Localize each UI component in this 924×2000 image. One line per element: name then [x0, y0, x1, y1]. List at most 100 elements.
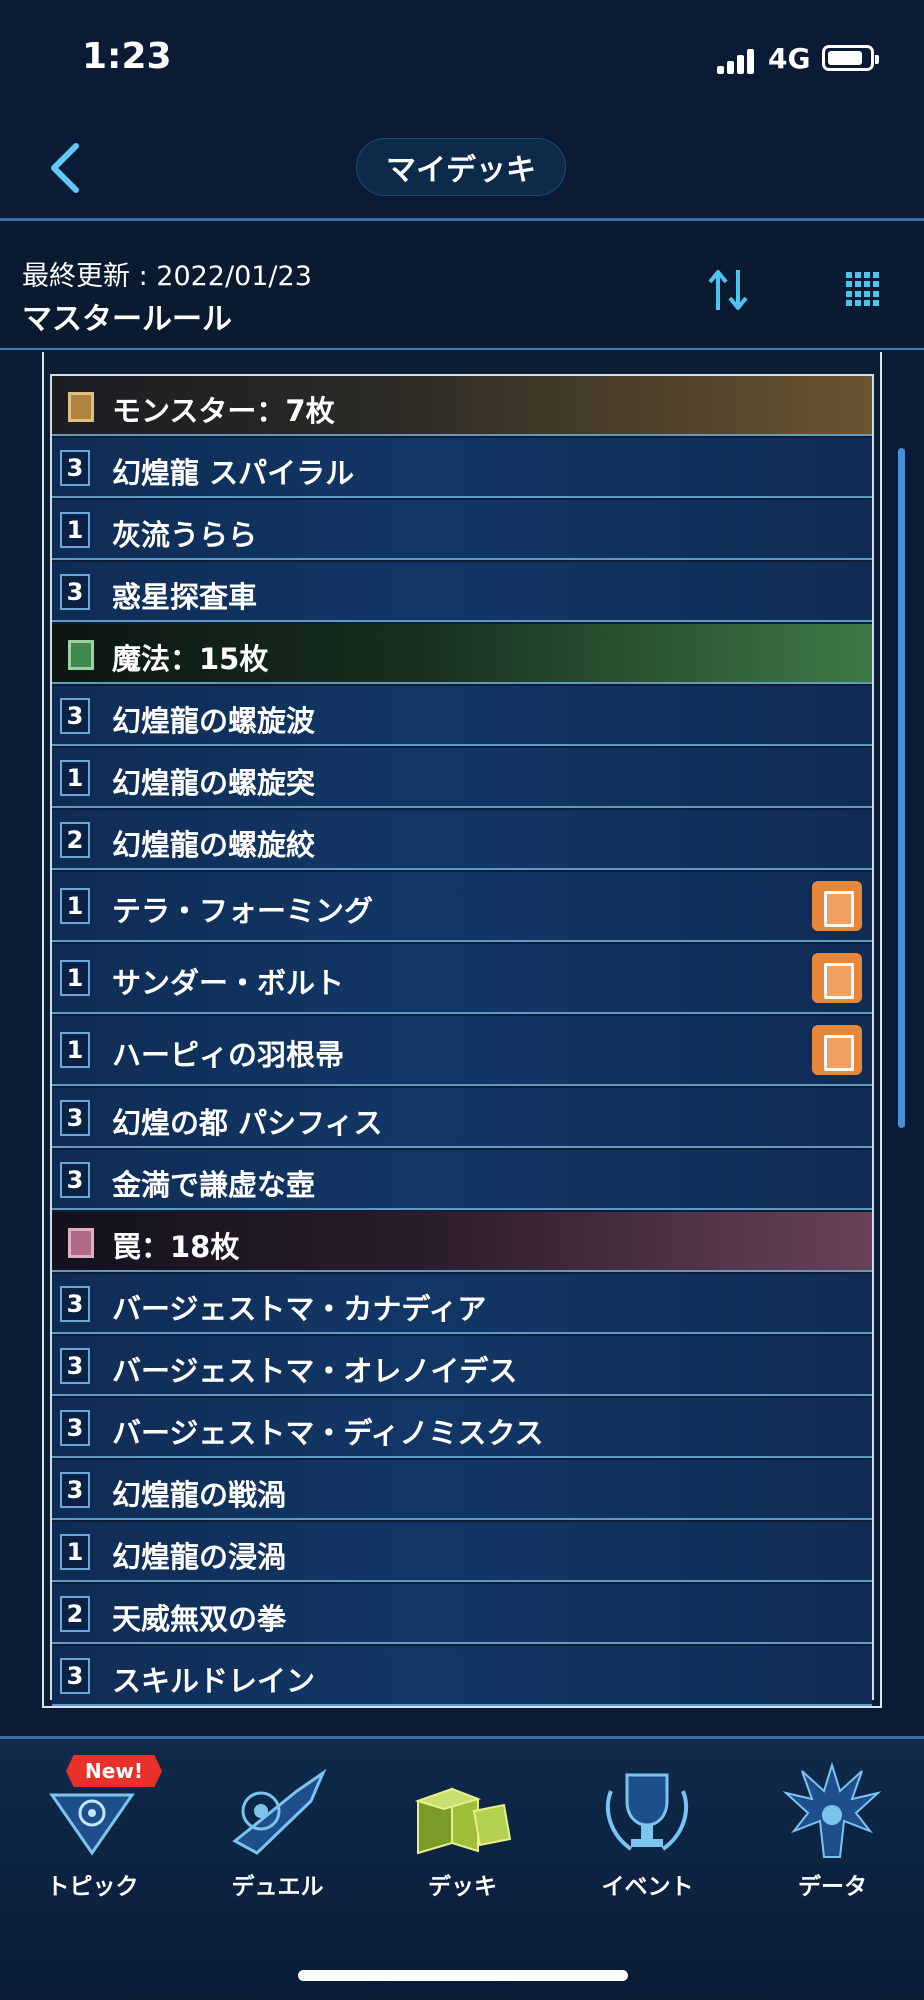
bottom-nav: New! トピック デュエル デッキ イベント データ	[0, 1736, 924, 2000]
card-name: 幻煌龍の浸渦	[112, 1540, 287, 1574]
card-name: 幻煌龍 スパイラル	[112, 456, 355, 490]
card-name: 幻煌龍の戦渦	[112, 1478, 287, 1512]
section-header-spell: 魔法：15枚	[52, 624, 872, 684]
card-row[interactable]: 1 テラ・フォーミング	[52, 872, 872, 942]
card-count: 1	[60, 960, 90, 996]
card-count: 3	[60, 1472, 90, 1508]
monster-card-icon	[68, 392, 94, 422]
nav-label: トピック	[46, 1874, 139, 1900]
status-time: 1:23	[82, 36, 172, 77]
card-count: 2	[60, 822, 90, 858]
grid-view-button[interactable]	[846, 272, 880, 306]
card-row[interactable]: 3 惑星探査車	[52, 562, 872, 622]
section-label: モンスター：7枚	[112, 394, 335, 428]
list-scrollbar[interactable]	[898, 448, 905, 1128]
page-title: マイデッキ	[356, 138, 566, 196]
card-row[interactable]: 3 バージェストマ・カナディア	[52, 1274, 872, 1334]
card-row[interactable]: 3 バージェストマ・ディノミスクス	[52, 1398, 872, 1458]
header: マイデッキ	[0, 110, 924, 225]
card-count: 3	[60, 1348, 90, 1384]
nav-label: イベント	[601, 1874, 694, 1900]
section-header-trap: 罠：18枚	[52, 1212, 872, 1272]
card-name: サンダー・ボルト	[112, 966, 345, 1000]
card-row[interactable]: 3 金満で謙虚な壺	[52, 1150, 872, 1210]
nav-deck[interactable]: デッキ	[370, 1739, 555, 1929]
signal-icon	[717, 48, 757, 74]
limited-card-icon[interactable]	[812, 881, 862, 931]
card-row[interactable]: 1 サンダー・ボルト	[52, 944, 872, 1014]
card-count: 3	[60, 450, 90, 486]
card-count: 1	[60, 1032, 90, 1068]
header-divider	[0, 218, 924, 221]
card-row[interactable]: 1 灰流うらら	[52, 500, 872, 560]
sort-arrows-icon	[708, 270, 748, 310]
card-row[interactable]: 2 幻煌龍の螺旋絞	[52, 810, 872, 870]
trap-card-icon	[68, 1228, 94, 1258]
rule-name: マスタールール	[22, 302, 232, 337]
card-row[interactable]: 3 幻煌龍 スパイラル	[52, 438, 872, 498]
card-name: 灰流うらら	[112, 518, 258, 552]
nav-topics[interactable]: New! トピック	[0, 1739, 185, 1929]
nav-label: デュエル	[231, 1874, 324, 1900]
card-row[interactable]: 3 スキルドレイン	[52, 1646, 872, 1706]
section-header-monster: モンスター：7枚	[52, 376, 872, 436]
card-count: 1	[60, 512, 90, 548]
card-count: 3	[60, 1162, 90, 1198]
card-row[interactable]: 1 幻煌龍の螺旋突	[52, 748, 872, 808]
spell-card-icon	[68, 640, 94, 670]
nav-duel[interactable]: デュエル	[185, 1739, 370, 1929]
nav-label: デッキ	[428, 1874, 497, 1900]
card-name: 金満で謙虚な壺	[112, 1168, 316, 1202]
limited-card-icon[interactable]	[812, 953, 862, 1003]
card-row[interactable]: 2 天威無双の拳	[52, 1584, 872, 1644]
card-name: 幻煌の都 パシフィス	[112, 1106, 383, 1140]
card-name: スキルドレイン	[112, 1664, 316, 1698]
card-name: 幻煌龍の螺旋突	[112, 766, 316, 800]
card-name: バージェストマ・ディノミスクス	[112, 1416, 544, 1450]
card-count: 3	[60, 1286, 90, 1322]
card-name: バージェストマ・オレノイデス	[112, 1354, 518, 1388]
back-button[interactable]	[40, 138, 96, 198]
limited-card-icon[interactable]	[812, 1025, 862, 1075]
card-row[interactable]: 1 幻煌龍の浸渦	[52, 1522, 872, 1582]
status-bar: 1:23 4G	[0, 0, 924, 110]
card-row[interactable]: 3 バージェストマ・オレノイデス	[52, 1336, 872, 1396]
section-label: 魔法：15枚	[112, 642, 269, 676]
battery-icon	[822, 45, 879, 71]
card-row[interactable]: 1 ハーピィの羽根帚	[52, 1016, 872, 1086]
card-count: 2	[60, 1596, 90, 1632]
home-indicator[interactable]	[298, 1970, 628, 1981]
trophy-icon	[605, 1773, 689, 1851]
nav-event[interactable]: イベント	[555, 1739, 740, 1929]
card-name: 幻煌龍の螺旋絞	[112, 828, 316, 862]
card-name: 天威無双の拳	[112, 1602, 287, 1636]
network-type: 4G	[768, 42, 811, 75]
new-badge: New!	[66, 1755, 162, 1787]
card-name: バージェストマ・カナディア	[112, 1292, 487, 1326]
section-label: 罠：18枚	[112, 1230, 240, 1264]
card-count: 1	[60, 1534, 90, 1570]
chevron-left-icon	[51, 143, 79, 193]
last-updated: 最終更新 : 2022/01/23	[22, 261, 312, 292]
card-count: 1	[60, 760, 90, 796]
card-name: ハーピィの羽根帚	[112, 1038, 345, 1072]
card-row[interactable]: 3 幻煌龍の戦渦	[52, 1460, 872, 1520]
duel-disk-icon	[232, 1768, 327, 1855]
nav-data[interactable]: データ	[740, 1739, 924, 1929]
card-count: 3	[60, 574, 90, 610]
card-row[interactable]: 3 幻煌龍の螺旋波	[52, 686, 872, 746]
deck-icon	[414, 1787, 512, 1855]
card-count: 3	[60, 1100, 90, 1136]
card-count: 3	[60, 1410, 90, 1446]
nav-label: データ	[798, 1874, 867, 1900]
deck-info-bar: 最終更新 : 2022/01/23 マスタールール	[0, 230, 924, 350]
card-name: テラ・フォーミング	[112, 894, 374, 928]
card-row[interactable]: 3 幻煌の都 パシフィス	[52, 1088, 872, 1148]
card-name: 惑星探査車	[112, 580, 258, 614]
card-name: 幻煌龍の螺旋波	[112, 704, 316, 738]
sort-button[interactable]	[706, 266, 750, 314]
card-count: 3	[60, 698, 90, 734]
card-count: 3	[60, 1658, 90, 1694]
card-count: 1	[60, 888, 90, 924]
character-silhouette-icon	[782, 1761, 882, 1858]
